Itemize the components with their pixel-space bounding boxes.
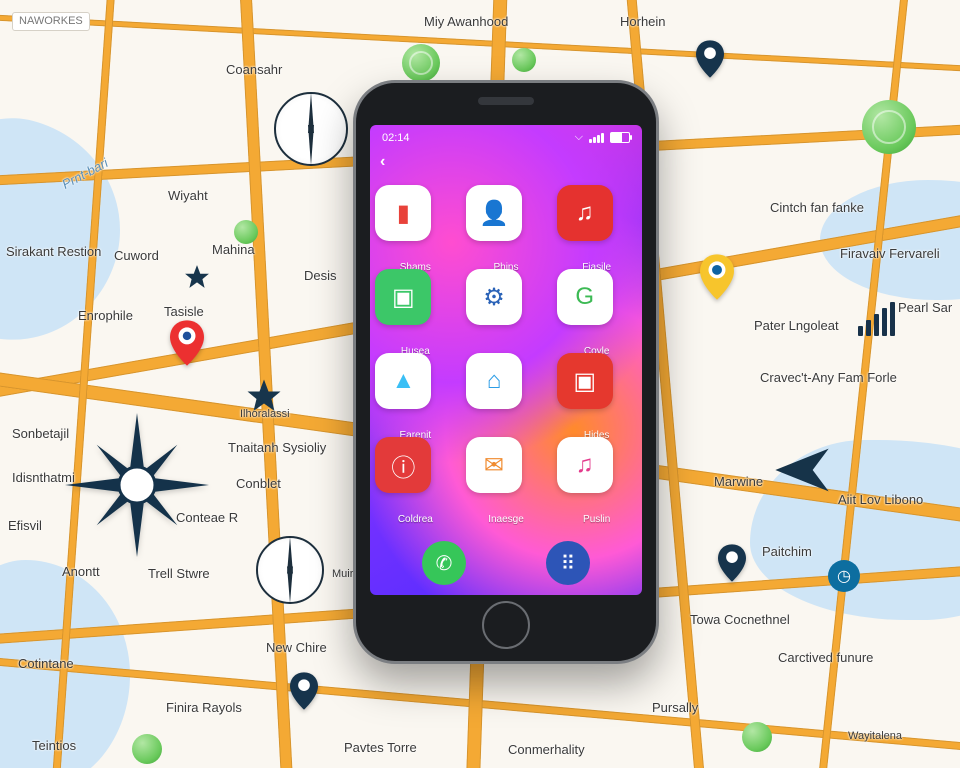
map-label: Cintch fan fanke [770, 200, 864, 215]
app-icon[interactable]: ♫ [557, 185, 613, 241]
map-label: Anontt [62, 564, 100, 579]
map-pin-navy[interactable] [290, 672, 318, 710]
map-label: Mahina [212, 242, 255, 257]
app-label: Puslin [552, 514, 642, 525]
map-label: New Chire [266, 640, 327, 655]
map-attribution: NAWORKES [12, 12, 90, 31]
map-label: Firavaiv Fervareli [840, 246, 940, 261]
map-label: Ilhoralassi [240, 408, 290, 420]
wifi-icon: ⌵ [575, 131, 583, 144]
map-label: Finira Rayols [166, 700, 242, 715]
app-icon[interactable]: ▣ [375, 269, 431, 325]
map-label: Sirakant Restion [6, 244, 101, 259]
map-label: Marwine [714, 474, 763, 489]
map-label: Tnaitanh Sysioliy [228, 440, 326, 455]
status-bar: 02:14 ⌵ [370, 125, 642, 150]
map-label: Aiit Lov Libono [838, 492, 923, 507]
map-label: Idisnthatmi [12, 470, 75, 485]
compass-rose-icon [62, 410, 212, 565]
app-icon[interactable]: ⚙ [466, 269, 522, 325]
map-pin-red[interactable] [170, 320, 204, 366]
app-icon[interactable]: ▣ [557, 353, 613, 409]
map-label: Conmerhality [508, 742, 585, 757]
airplane-icon [770, 438, 834, 507]
map-label: Efisvil [8, 518, 42, 533]
phone-mockup: 02:14 ⌵ ‹ ▮Shams👤Phins♫Fiasile▣Husea⚙GCo… [353, 80, 659, 664]
map-label: Pavtes Torre [344, 740, 417, 755]
app-grid: ▮Shams👤Phins♫Fiasile▣Husea⚙GCoyle▲Eareni… [370, 185, 642, 509]
compass-icon [256, 536, 324, 604]
home-button[interactable] [482, 601, 530, 649]
dock: ✆ ⠿ [382, 541, 630, 585]
map-label: Wayitalena [848, 730, 902, 742]
map-label: Horhein [620, 14, 666, 29]
map-label: Teintios [32, 738, 76, 753]
map-label: Desis [304, 268, 337, 283]
map-label: Tasisle [164, 304, 204, 319]
bar-chart-icon [858, 302, 895, 336]
map-pin-navy[interactable] [718, 544, 746, 582]
map-label: Towa Cocnethnel [690, 612, 790, 627]
map-label: Pearl Sar [898, 300, 952, 315]
compass-icon [274, 92, 348, 166]
dock-apps[interactable]: ⠿ [546, 541, 590, 585]
map-label: Trell Stwre [148, 566, 210, 581]
dock-phone[interactable]: ✆ [422, 541, 466, 585]
map-label: Pater Lngoleat [754, 318, 839, 333]
poi-green[interactable] [234, 220, 258, 244]
poi-green[interactable] [512, 48, 536, 72]
app-icon[interactable]: 👤 [466, 185, 522, 241]
map-label: Sonbetajil [12, 426, 69, 441]
poi-green[interactable] [862, 100, 916, 154]
map-label: Miy Awanhood [424, 14, 508, 29]
app-icon[interactable]: G [557, 269, 613, 325]
poi-green[interactable] [742, 722, 772, 752]
app-label: Coldrea [370, 514, 460, 525]
star-icon [184, 264, 210, 290]
poi-blue[interactable]: ◷ [828, 560, 860, 592]
app-icon[interactable]: ✉ [466, 437, 522, 493]
map-label: Enrophile [78, 308, 133, 323]
map-label: Cuword [114, 248, 159, 263]
map-label: Pursally [652, 700, 698, 715]
battery-icon [610, 132, 630, 143]
app-icon[interactable]: ⓘ [375, 437, 431, 493]
status-time: 02:14 [382, 132, 410, 144]
app-icon[interactable]: ▮ [375, 185, 431, 241]
app-icon[interactable]: ⌂ [466, 353, 522, 409]
map-label: Cotintane [18, 656, 74, 671]
map-label: Conblet [236, 476, 281, 491]
signal-icon [589, 133, 604, 143]
map-label: Coansahr [226, 62, 282, 77]
map-label: Cravec't-Any Fam Forle [760, 370, 897, 385]
phone-screen[interactable]: 02:14 ⌵ ‹ ▮Shams👤Phins♫Fiasile▣Husea⚙GCo… [370, 125, 642, 595]
app-label: Inaesge [461, 514, 551, 525]
poi-green[interactable] [402, 44, 440, 82]
app-icon[interactable]: ♫ [557, 437, 613, 493]
map-label: Conteae R [176, 510, 238, 525]
map-pin-navy[interactable] [696, 40, 724, 78]
map-label: Carctived funure [778, 650, 873, 665]
back-button[interactable]: ‹ [380, 153, 385, 171]
app-icon[interactable]: ▲ [375, 353, 431, 409]
map-pin-yellow[interactable] [700, 254, 734, 300]
map-label: Wiyaht [168, 188, 208, 203]
poi-green[interactable] [132, 734, 162, 764]
river-west [0, 97, 145, 364]
map-label: Paitchim [762, 544, 812, 559]
